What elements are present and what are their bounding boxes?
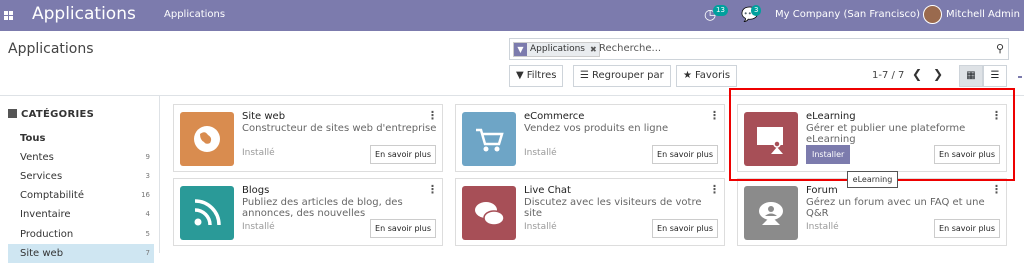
apps-menu-icon[interactable] (4, 11, 13, 20)
kebab-menu-icon[interactable]: ⋮ (709, 183, 720, 196)
categories-header: CATÉGORIES (8, 109, 94, 120)
app-description: Discutez avec les visiteurs de votre sit… (524, 197, 702, 219)
sidebar-item-services[interactable]: Services 3 (8, 167, 154, 186)
kebab-menu-icon[interactable]: ⋮ (427, 183, 438, 196)
search-bar[interactable]: ▼ Applications ✖ Recherche... ⚲ (509, 38, 1009, 60)
learn-more-button[interactable]: En savoir plus (370, 219, 436, 238)
app-name: eCommerce (524, 111, 585, 122)
kebab-menu-icon[interactable]: ⋮ (427, 109, 438, 122)
app-status: Installé (242, 222, 275, 232)
filters-label: Filtres (526, 70, 557, 81)
pager-next-icon[interactable]: ❯ (933, 67, 943, 81)
pager-previous-icon[interactable]: ❮ (912, 67, 922, 81)
sidebar-item-inventaire[interactable]: Inventaire 4 (8, 205, 154, 224)
app-name: Site web (242, 111, 286, 122)
app-status: Installé (524, 222, 557, 232)
scroll-indicator (1018, 76, 1022, 78)
group-by-label: Regrouper par (591, 70, 664, 81)
app-name: Live Chat (524, 185, 571, 196)
app-status: Installé (806, 222, 839, 232)
search-facet: ▼ Applications ✖ (513, 42, 600, 57)
globe-icon (180, 112, 234, 166)
search-icon[interactable]: ⚲ (996, 42, 1004, 55)
app-description: Vendez vos produits en ligne (524, 123, 669, 134)
facet-remove-icon[interactable]: ✖ (588, 43, 599, 56)
sidebar-item-label: Production (20, 229, 74, 240)
sidebar-item-production[interactable]: Production 5 (8, 225, 154, 244)
app-card-blogs[interactable]: Blogs Publiez des articles de blog, des … (173, 178, 443, 246)
search-input[interactable]: Recherche... (599, 43, 661, 54)
folder-icon (8, 109, 17, 118)
app-card-forum[interactable]: Forum Gérez un forum avec un FAQ et une … (737, 178, 1007, 246)
kebab-menu-icon[interactable]: ⋮ (709, 109, 720, 122)
sidebar-item-label: Inventaire (20, 209, 71, 220)
kebab-menu-icon[interactable]: ⋮ (991, 183, 1002, 196)
app-name: Blogs (242, 185, 270, 196)
app-brand[interactable]: Applications (32, 4, 136, 24)
kanban-view-icon[interactable]: ▦ (959, 65, 983, 87)
sidebar-item-label: Ventes (20, 152, 54, 163)
learn-more-button[interactable]: En savoir plus (934, 219, 1000, 238)
sidebar-item-count: 16 (141, 191, 150, 199)
activity-count-badge: 13 (713, 5, 728, 16)
menu-applications[interactable]: Applications (164, 9, 225, 20)
learn-more-button[interactable]: En savoir plus (370, 145, 436, 164)
favorites-button[interactable]: ★ Favoris (676, 65, 738, 87)
app-card-site-web[interactable]: Site web Constructeur de sites web d'ent… (173, 104, 443, 172)
sidebar-item-label: Tous (20, 133, 46, 144)
sidebar-item-label: Comptabilité (20, 190, 84, 201)
forum-icon (744, 186, 798, 240)
filter-icon: ▼ (514, 43, 527, 56)
messages-count-badge: 3 (751, 5, 762, 16)
top-navbar: Applications Applications ◷ 13 💬 3 My Co… (0, 0, 1024, 31)
learn-more-button[interactable]: En savoir plus (652, 219, 718, 238)
highlight-box (729, 88, 1015, 181)
group-by-button[interactable]: ☰ Regrouper par (573, 65, 671, 87)
control-panel: Applications ▼ Applications ✖ Recherche.… (0, 31, 1024, 96)
sidebar-item-label: Site web (20, 248, 64, 259)
categories-title: CATÉGORIES (21, 109, 95, 120)
tooltip: eLearning (847, 171, 898, 188)
favorites-label: Favoris (694, 70, 731, 81)
app-description: Publiez des articles de blog, des annonc… (242, 197, 403, 219)
list-view-icon[interactable]: ☰ (983, 65, 1007, 87)
sidebar-item-label: Services (20, 171, 63, 182)
app-description: Constructeur de sites web d'entreprise (242, 123, 437, 134)
user-menu[interactable]: Mitchell Admin (946, 9, 1020, 20)
user-avatar[interactable] (923, 5, 942, 24)
sidebar-item-count: 9 (145, 153, 150, 161)
sidebar-item-comptabilite[interactable]: Comptabilité 16 (8, 186, 154, 205)
company-switcher[interactable]: My Company (San Francisco) (775, 9, 920, 20)
app-status: Installé (524, 148, 557, 158)
sidebar-item-count: 5 (145, 230, 150, 238)
list-icon: ☰ (580, 70, 589, 81)
chat-icon (462, 186, 516, 240)
sidebar-item-tous[interactable]: Tous (8, 129, 154, 148)
sidebar-item-count: 3 (145, 172, 150, 180)
cart-icon (462, 112, 516, 166)
pager-value[interactable]: 1-7 / 7 (872, 70, 904, 81)
star-icon: ★ (683, 70, 692, 81)
rss-icon (180, 186, 234, 240)
filters-button[interactable]: ▼ Filtres (509, 65, 564, 87)
page-title: Applications (8, 41, 94, 57)
app-card-ecommerce[interactable]: eCommerce Vendez vos produits en ligne I… (455, 104, 725, 172)
filter-icon: ▼ (516, 70, 524, 81)
sidebar-item-count: 7 (145, 249, 150, 257)
app-card-live-chat[interactable]: Live Chat Discutez avec les visiteurs de… (455, 178, 725, 246)
app-description: Gérez un forum avec un FAQ et une Q&R (806, 197, 985, 219)
sidebar-item-site-web[interactable]: Site web 7 (8, 244, 154, 263)
app-status: Installé (242, 148, 275, 158)
category-sidebar: CATÉGORIES Tous Ventes 9 Services 3 Compta… (0, 96, 160, 263)
learn-more-button[interactable]: En savoir plus (652, 145, 718, 164)
facet-value: Applications (530, 44, 585, 54)
sidebar-item-count: 4 (145, 210, 150, 218)
app-name: Forum (806, 185, 838, 196)
sidebar-item-ventes[interactable]: Ventes 9 (8, 148, 154, 167)
